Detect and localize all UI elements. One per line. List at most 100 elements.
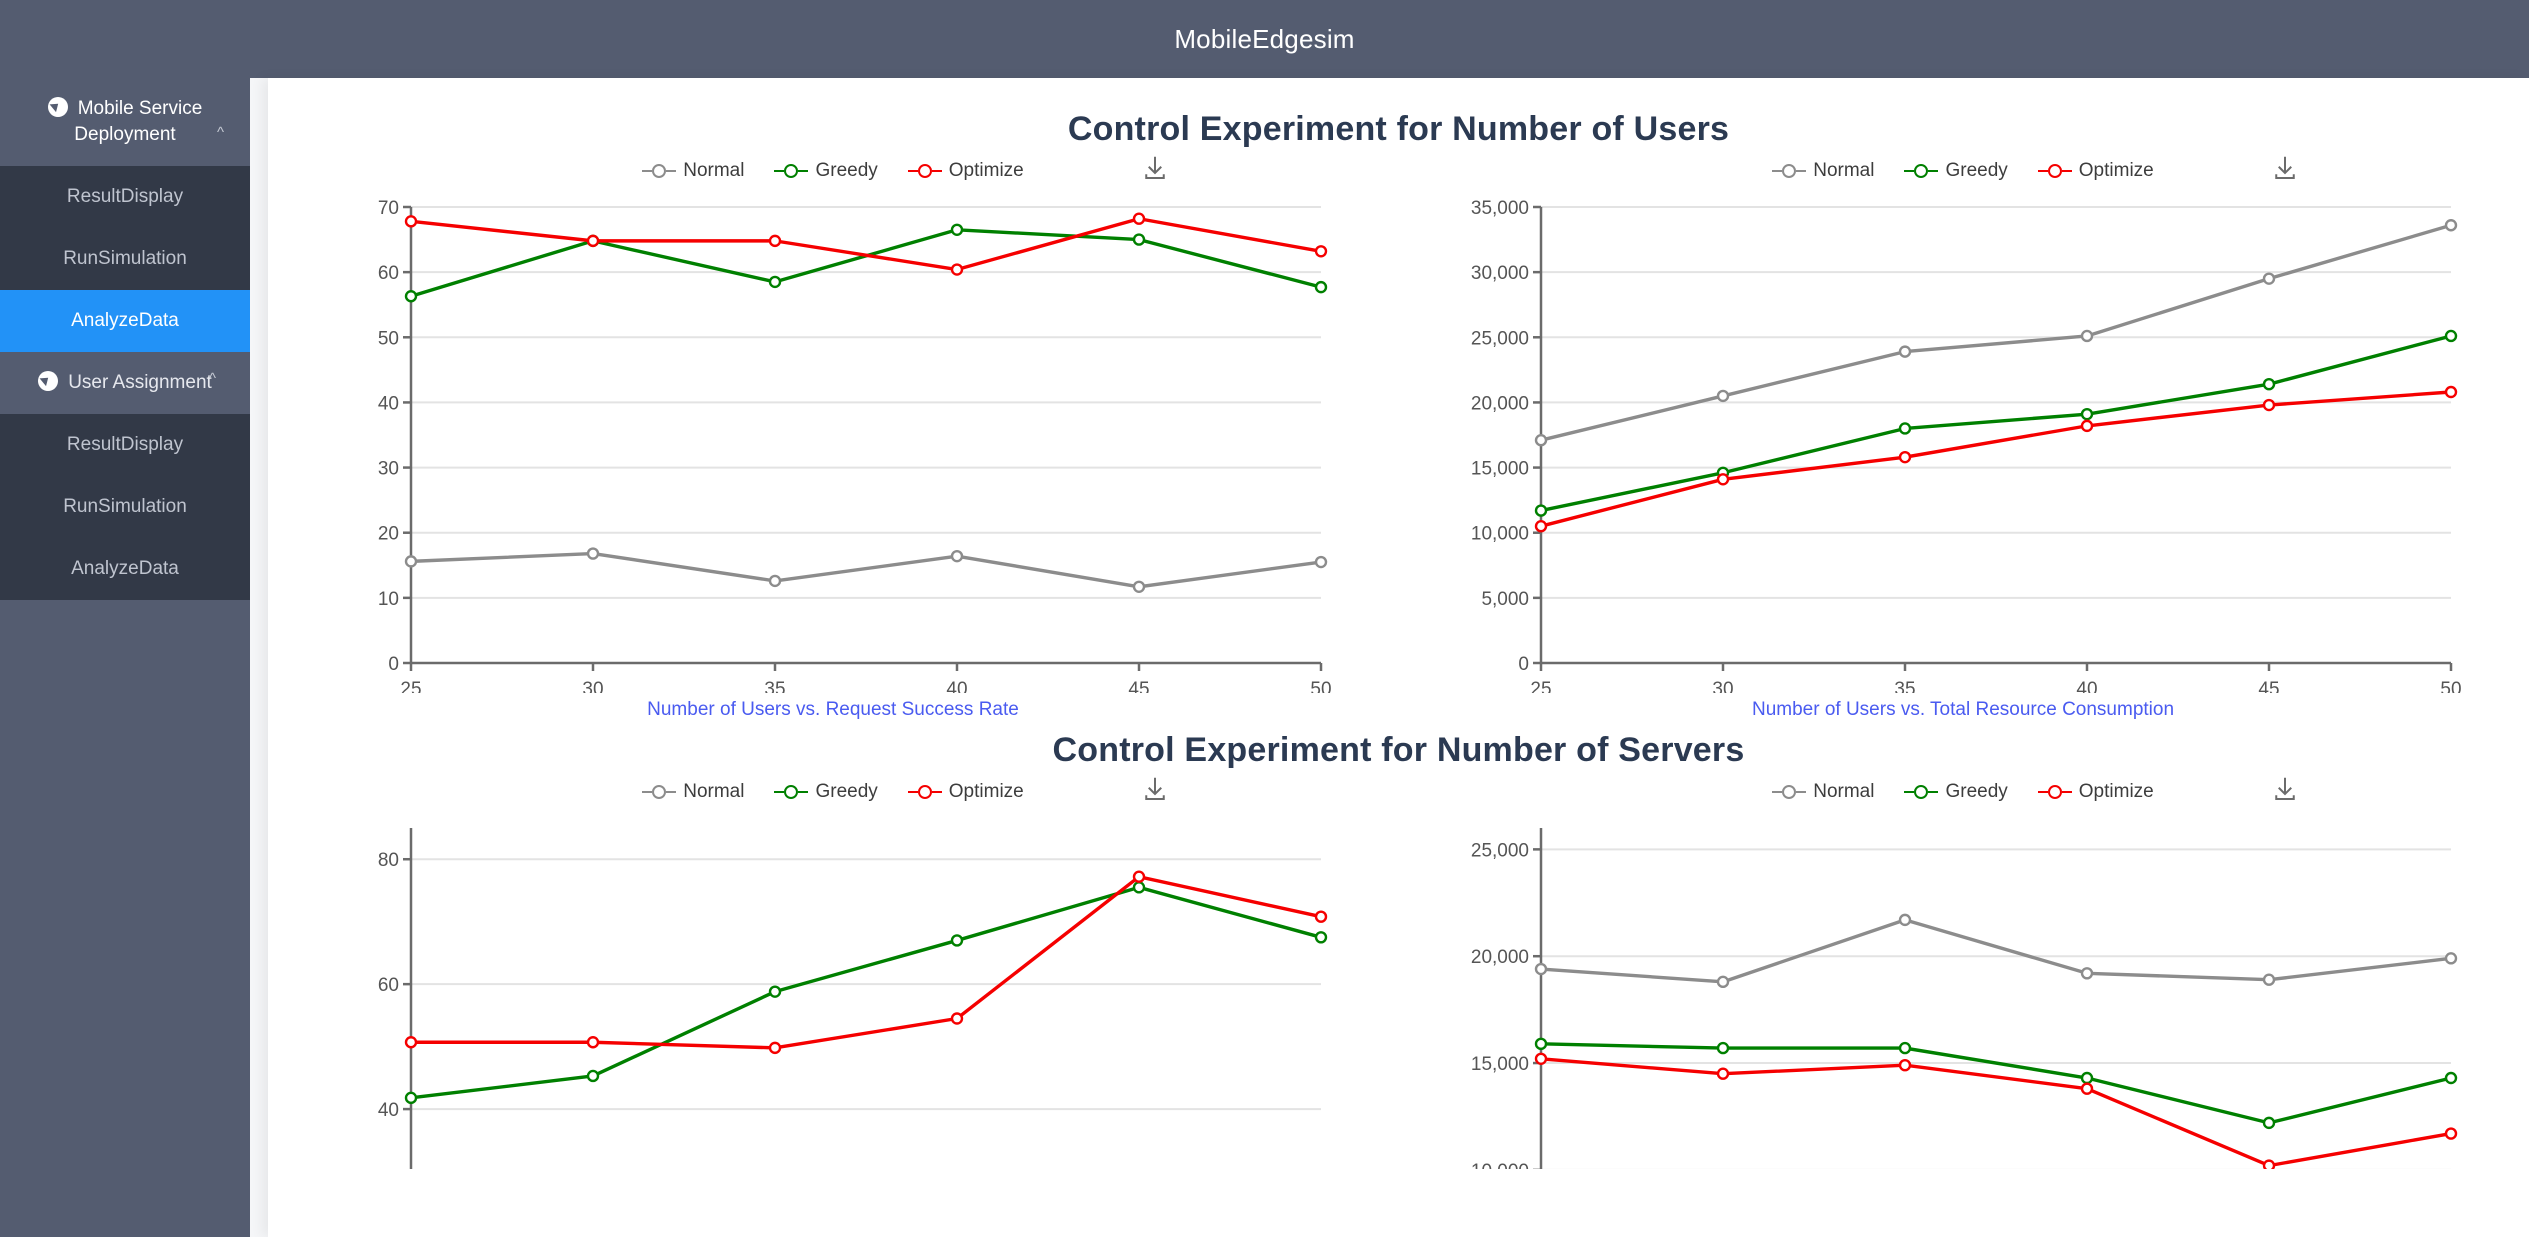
y-axis-tick-label: 40 bbox=[378, 393, 399, 414]
sidebar-group-user-assignment[interactable]: User Assignment ^ bbox=[0, 352, 250, 414]
y-axis-tick-label: 15,000 bbox=[1471, 459, 1529, 480]
legend-item-optimize[interactable]: Optimize bbox=[907, 781, 1024, 803]
data-point bbox=[2444, 219, 2458, 232]
data-point bbox=[1898, 1041, 1912, 1055]
legend-label-normal: Normal bbox=[1813, 781, 1875, 802]
data-point bbox=[1716, 975, 1730, 989]
sidebar-item-resultdisplay-1[interactable]: ResultDisplay bbox=[0, 166, 250, 228]
series-line bbox=[1539, 334, 2453, 513]
legend-item-optimize[interactable]: Optimize bbox=[907, 160, 1024, 182]
data-point bbox=[404, 215, 418, 228]
legend-item-greedy[interactable]: Greedy bbox=[774, 160, 878, 182]
data-point bbox=[1716, 1067, 1730, 1080]
download-icon[interactable] bbox=[2270, 774, 2300, 804]
chart-caption-users-resource-consumption: Number of Users vs. Total Resource Consu… bbox=[1751, 699, 2175, 720]
legend-item-greedy[interactable]: Greedy bbox=[774, 781, 878, 803]
y-axis-tick-label: 20,000 bbox=[1471, 393, 1529, 414]
legend-marker-optimize bbox=[2037, 785, 2072, 799]
data-point bbox=[1534, 520, 1548, 533]
plot-servers-resource-consumption[interactable]: 10,000 15,000 20,000 25,000 bbox=[1398, 814, 2528, 1169]
legend-item-greedy[interactable]: Greedy bbox=[1904, 781, 2008, 803]
charts-row-users: Normal Greedy Optimize 0 10 20 30 40 50 … bbox=[268, 149, 2529, 721]
data-point bbox=[1898, 345, 1912, 358]
legend-item-optimize[interactable]: Optimize bbox=[2037, 160, 2154, 182]
data-point bbox=[1314, 931, 1328, 944]
y-axis-tick-label: 10 bbox=[378, 589, 399, 610]
sidebar-item-analyzedata-2[interactable]: AnalyzeData bbox=[0, 538, 250, 600]
sidebar-group-mobile-service-deployment[interactable]: Mobile Service Deployment ^ bbox=[0, 78, 250, 166]
data-point bbox=[768, 985, 782, 998]
plot-users-resource-consumption[interactable]: 0 5,000 10,000 15,000 20,000 25,000 30,000 35,0… bbox=[1398, 193, 2528, 693]
charts-row-servers: Normal Greedy Optimize 40 60 80 Normal G… bbox=[268, 770, 2529, 1169]
data-point bbox=[950, 549, 964, 563]
y-axis-tick-label: 25,000 bbox=[1471, 840, 1529, 861]
y-axis-tick-label: 25,000 bbox=[1471, 328, 1529, 349]
data-point bbox=[1716, 473, 1730, 486]
data-point bbox=[2080, 329, 2094, 343]
legend-label-greedy: Greedy bbox=[815, 781, 878, 802]
data-point bbox=[2080, 967, 2094, 980]
legend-marker-optimize bbox=[907, 785, 942, 799]
plot-users-success-rate[interactable]: 0 10 20 30 40 50 60 70 25 30 35 40 45 50 bbox=[268, 193, 1398, 693]
legend-item-normal[interactable]: Normal bbox=[642, 160, 744, 182]
data-point bbox=[2080, 419, 2094, 433]
download-icon[interactable] bbox=[1140, 153, 1170, 183]
data-point bbox=[1534, 434, 1548, 447]
series-line bbox=[409, 217, 1323, 272]
sidebar-item-runsimulation-2[interactable]: RunSimulation bbox=[0, 476, 250, 538]
download-icon[interactable] bbox=[2270, 153, 2300, 183]
chart-svg: 0 5,000 10,000 15,000 20,000 25,000 30,000 35,0… bbox=[1471, 198, 2462, 693]
legend-label-normal: Normal bbox=[683, 160, 745, 181]
data-point bbox=[950, 934, 964, 947]
series-line bbox=[1539, 223, 2453, 442]
section-title-users: Control Experiment for Number of Users bbox=[1067, 110, 1730, 148]
series-line bbox=[409, 228, 1323, 298]
data-point bbox=[2080, 407, 2094, 421]
legend-marker-normal bbox=[1772, 785, 1807, 799]
y-axis-tick-label: 50 bbox=[378, 328, 399, 349]
legend-item-normal[interactable]: Normal bbox=[1772, 781, 1874, 803]
sidebar-item-runsimulation-1[interactable]: RunSimulation bbox=[0, 228, 250, 290]
sidebar-item-resultdisplay-2[interactable]: ResultDisplay bbox=[0, 414, 250, 476]
x-axis-tick-label: 35 bbox=[1894, 679, 1915, 693]
legend-marker-greedy bbox=[1904, 785, 1939, 799]
section-title-servers: Control Experiment for Number of Servers bbox=[1052, 731, 1745, 769]
legend-item-normal[interactable]: Normal bbox=[1772, 160, 1874, 182]
legend-item-greedy[interactable]: Greedy bbox=[1904, 160, 2008, 182]
compass-icon bbox=[38, 371, 59, 391]
data-point bbox=[1898, 1058, 1912, 1072]
data-point bbox=[2444, 385, 2458, 399]
series-line bbox=[1539, 390, 2453, 528]
data-point bbox=[586, 1036, 600, 1049]
data-point bbox=[2080, 1071, 2094, 1085]
data-point bbox=[2444, 952, 2458, 965]
app-root: MobileEdgesim ^ Mobile Service Deploymen… bbox=[0, 0, 2529, 1237]
y-axis-tick-label: 35,000 bbox=[1471, 198, 1529, 219]
chart-legend: Normal Greedy Optimize bbox=[268, 770, 1398, 814]
legend-marker-normal bbox=[642, 164, 677, 178]
legend-marker-optimize bbox=[2037, 164, 2072, 178]
x-axis-tick-label: 40 bbox=[946, 679, 967, 693]
download-icon[interactable] bbox=[1140, 774, 1170, 804]
plot-servers-success-rate[interactable]: 40 60 80 bbox=[268, 814, 1398, 1169]
sidebar-group-label: User Assignment bbox=[68, 372, 212, 393]
series-normal bbox=[404, 547, 1328, 593]
chevron-up-icon: ^ bbox=[208, 370, 216, 387]
legend-marker-greedy bbox=[774, 164, 809, 178]
series-optimize bbox=[404, 870, 1328, 1055]
data-point bbox=[768, 574, 782, 588]
data-point bbox=[1534, 504, 1548, 517]
data-point bbox=[1898, 913, 1912, 927]
y-axis-tick-label: 20 bbox=[378, 524, 399, 545]
sidebar-item-analyzedata-1[interactable]: AnalyzeData bbox=[0, 290, 250, 352]
legend-item-optimize[interactable]: Optimize bbox=[2037, 781, 2154, 803]
legend-item-normal[interactable]: Normal bbox=[642, 781, 744, 803]
data-point bbox=[586, 234, 600, 248]
y-axis-tick-label: 40 bbox=[378, 1100, 399, 1121]
data-point bbox=[1132, 580, 1146, 593]
data-point bbox=[404, 1036, 418, 1049]
legend-label-greedy: Greedy bbox=[1945, 160, 2008, 181]
data-point bbox=[1132, 233, 1146, 246]
chart-svg: 10,000 15,000 20,000 25,000 bbox=[1471, 828, 2458, 1169]
data-point bbox=[2444, 329, 2458, 343]
